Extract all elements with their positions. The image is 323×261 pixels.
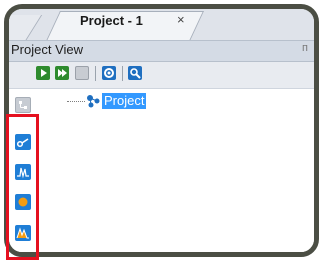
- tab-close-icon[interactable]: ×: [177, 12, 185, 27]
- toolbar: [9, 62, 314, 89]
- highlight-box: [6, 114, 39, 260]
- tab-project-label: Project - 1: [80, 13, 143, 28]
- tab-previous[interactable]: [9, 15, 43, 41]
- tree-root-label[interactable]: Project: [102, 93, 147, 109]
- run-icon[interactable]: [36, 66, 50, 80]
- stop-icon[interactable]: [75, 66, 89, 80]
- step-forward-icon: [58, 69, 67, 77]
- toolbar-separator: [122, 66, 123, 81]
- step-icon[interactable]: [55, 66, 69, 80]
- tab-strip: Project - 1 ×: [9, 9, 314, 41]
- hierarchy-icon: [19, 101, 27, 109]
- pin-icon[interactable]: ᴨ: [302, 42, 308, 54]
- tree-pane: Project: [9, 89, 314, 252]
- gear-icon: [104, 68, 114, 78]
- play-icon: [41, 69, 47, 77]
- project-icon: [87, 95, 100, 108]
- panel-title: Project View: [11, 42, 84, 57]
- panel-header: Project View ᴨ: [9, 40, 314, 62]
- magnifier-icon: [130, 68, 141, 79]
- tree-connector: [67, 101, 85, 102]
- toolbar-separator: [95, 66, 96, 81]
- search-icon[interactable]: [128, 66, 142, 80]
- settings-icon[interactable]: [102, 66, 116, 80]
- window-frame: Project - 1 × Project View ᴨ Project: [4, 4, 319, 257]
- tree-view-icon[interactable]: [15, 97, 31, 113]
